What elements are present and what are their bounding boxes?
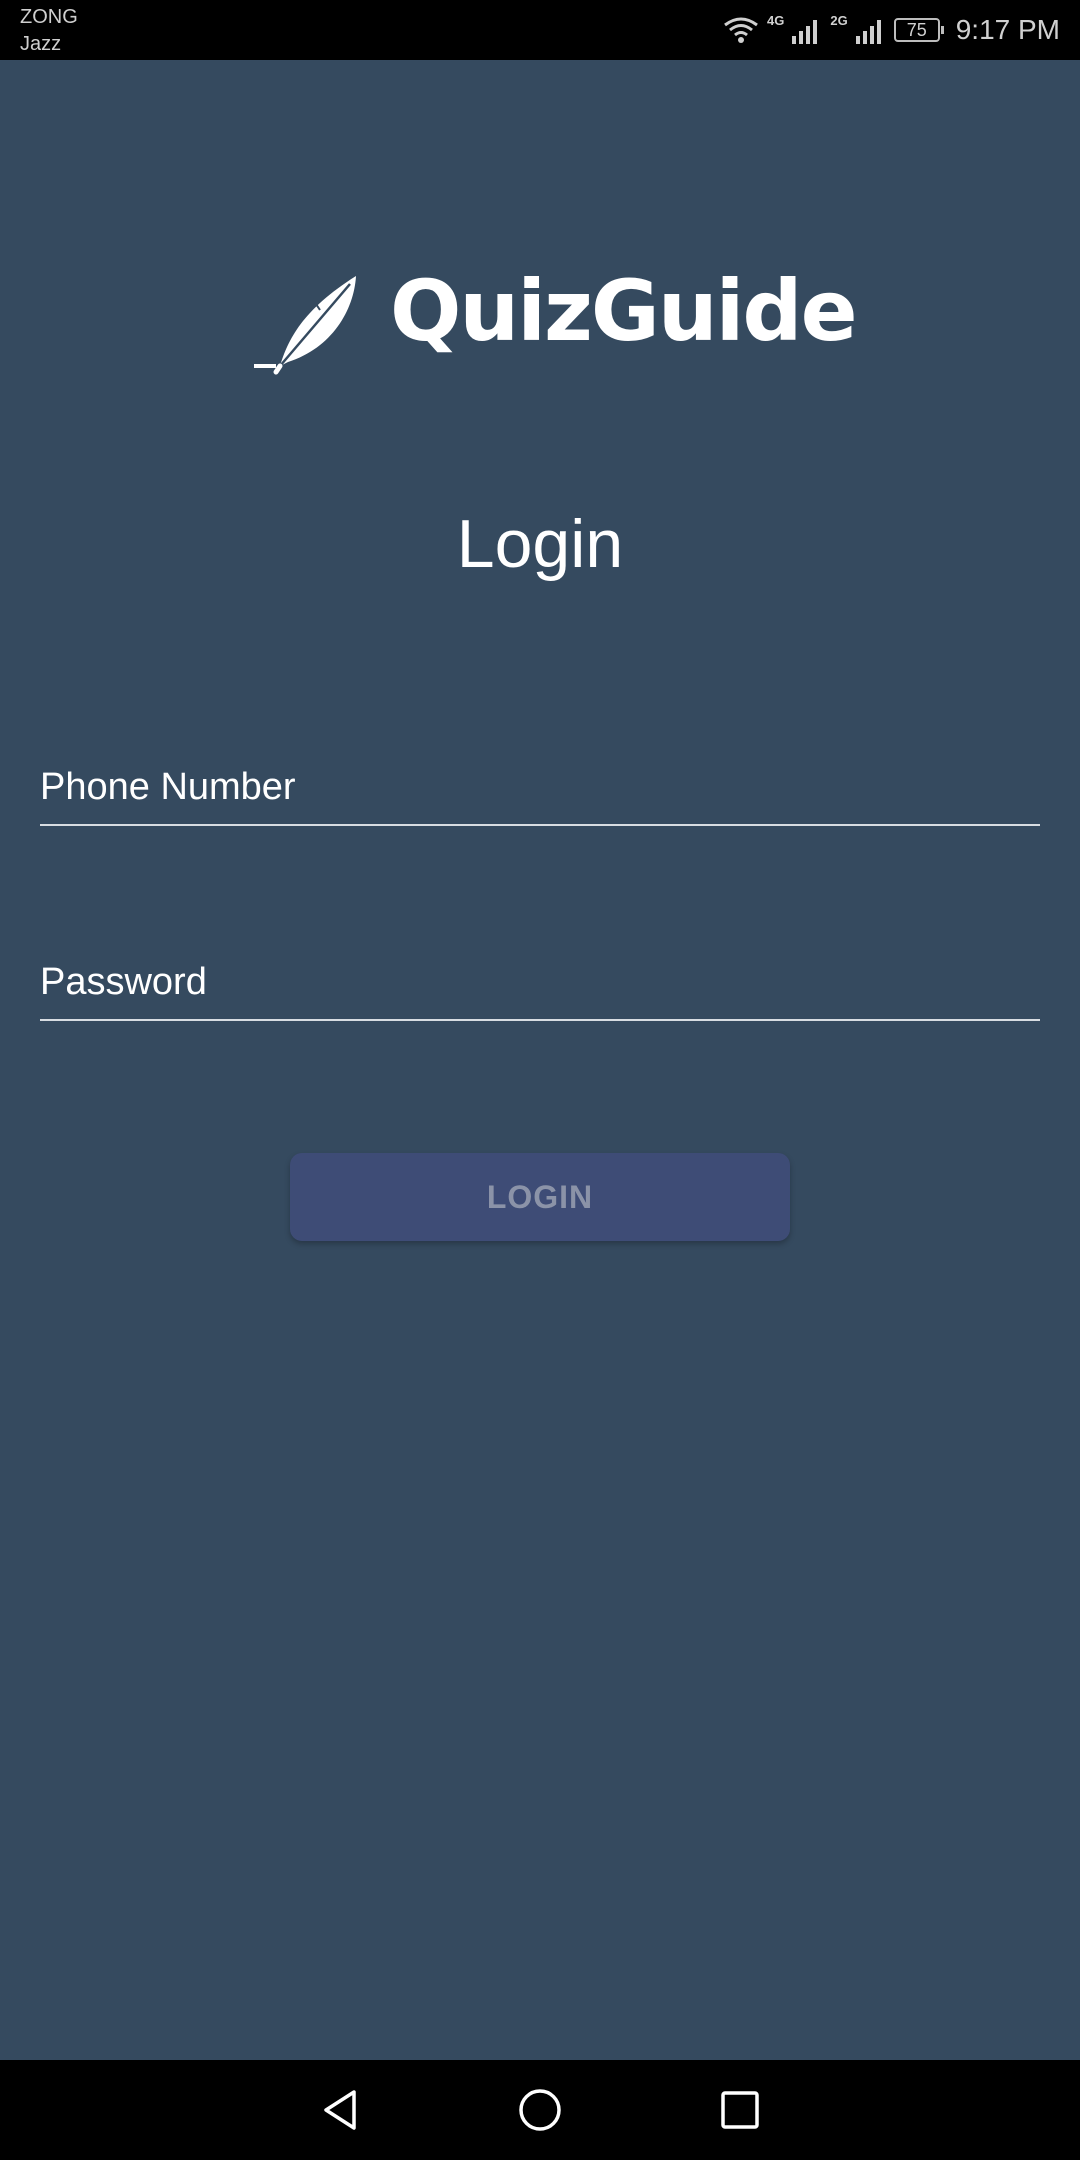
phone-field (40, 750, 1040, 830)
network-type-2: 2G (830, 12, 848, 28)
home-circle-icon (519, 2089, 561, 2131)
back-triangle-icon (324, 2090, 356, 2130)
recent-square-icon (721, 2091, 759, 2129)
back-button[interactable] (310, 2080, 370, 2140)
status-bar: ZONG Jazz 4G 2G 75 9:17 PM (0, 0, 1080, 60)
app-logo: QuizGuide (250, 262, 858, 380)
login-button[interactable]: LOGIN (290, 1153, 790, 1241)
feather-quill-icon (254, 276, 356, 375)
signal-icon-2 (855, 20, 881, 44)
logo-text: QuizGuide (390, 262, 858, 360)
recent-apps-button[interactable] (710, 2080, 770, 2140)
phone-number-input[interactable] (40, 750, 1040, 826)
password-field (40, 945, 1040, 1025)
clock: 9:17 PM (955, 14, 1060, 45)
password-input[interactable] (40, 945, 1040, 1021)
carrier-2: Jazz (20, 33, 62, 55)
page-title: Login (456, 506, 624, 582)
network-type-1: 4G (767, 12, 785, 28)
status-icons: 4G 2G 75 9:17 PM (723, 0, 1060, 60)
wifi-icon (724, 17, 758, 43)
carrier-labels: ZONG Jazz (20, 4, 78, 58)
navigation-bar (0, 2060, 1080, 2160)
home-button[interactable] (510, 2080, 570, 2140)
carrier-1: ZONG (20, 6, 78, 28)
signal-icon (792, 20, 818, 44)
battery-icon: 75 (893, 18, 944, 42)
